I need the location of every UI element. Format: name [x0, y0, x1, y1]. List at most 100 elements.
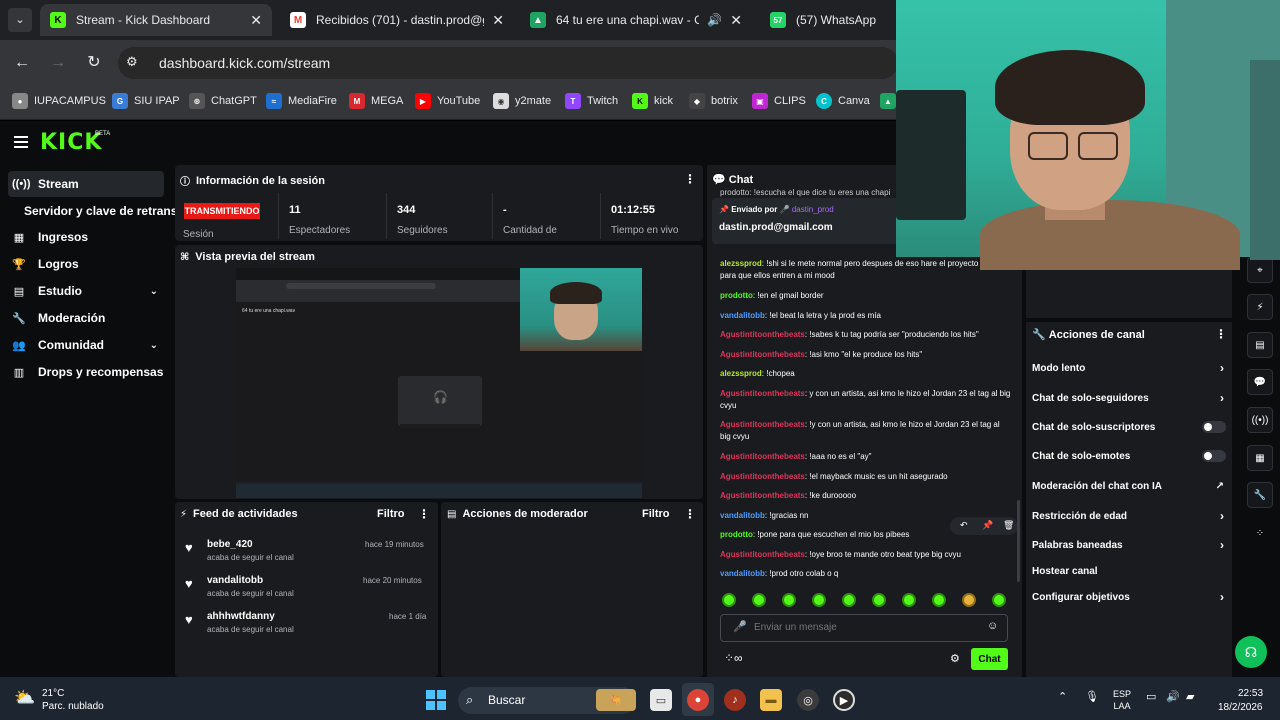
session-menu-icon[interactable]: ⋮ — [684, 172, 696, 186]
emote-icon[interactable] — [842, 593, 856, 607]
chat-username[interactable]: prodotto — [720, 291, 753, 300]
chat-message[interactable]: Agustintitoonthebeats: !el mayback music… — [720, 471, 1012, 483]
chat-scrollbar[interactable] — [1017, 500, 1020, 582]
activity-filter-button[interactable]: Filtro — [377, 508, 405, 520]
stream-preview-video[interactable]: 64 tu ere una chapi.wav 🎧 — [236, 268, 642, 498]
pin-icon[interactable]: 📌 — [982, 520, 993, 531]
chat-message[interactable]: prodotto: !en el gmail border — [720, 290, 1012, 302]
layout-icon[interactable]: ▦ — [1247, 445, 1273, 471]
broadcast-icon[interactable]: ((•)) — [1247, 407, 1273, 433]
chat-username[interactable]: prodotto — [720, 530, 753, 539]
activity-menu-icon[interactable]: ⋮ — [418, 507, 430, 521]
bookmark-botrix[interactable]: ◆ botrix — [689, 92, 738, 110]
chat-username[interactable]: alezssprod — [720, 259, 762, 268]
sidebar-item-server-key[interactable]: Servidor y clave de retransm — [20, 198, 188, 224]
chat-message[interactable]: Agustintitoonthebeats: !sabes k tu tag p… — [720, 329, 1012, 341]
chat-message[interactable]: alezssprod: !shi si le mete normal pero … — [720, 258, 1012, 282]
chat-username[interactable]: Agustintitoonthebeats — [720, 420, 805, 429]
sidebar-item-estudio[interactable]: ▤ Estudio ⌄ — [8, 278, 164, 304]
chat-username[interactable]: Agustintitoonthebeats — [720, 389, 805, 398]
menu-icon[interactable] — [14, 136, 28, 148]
subscribers-only-toggle[interactable] — [1202, 421, 1226, 433]
chat-username[interactable]: Agustintitoonthebeats — [720, 550, 805, 559]
network-icon[interactable]: ▭ — [1146, 690, 1156, 703]
tab-google-drive[interactable]: ▲ 64 tu ere una chapi.wav - Google 🔊 ✕ — [520, 4, 752, 36]
file-explorer-icon[interactable]: ▬ — [760, 689, 782, 711]
chat-message[interactable]: Agustintitoonthebeats: !aaa no es el "ay… — [720, 451, 1012, 463]
microphone-icon[interactable]: 🎤 — [733, 620, 747, 633]
capture-icon[interactable]: ⌖ — [1247, 257, 1273, 283]
kick-logo[interactable]: KICK — [40, 130, 102, 155]
emote-icon[interactable] — [722, 593, 736, 607]
chat-message[interactable]: Agustintitoonthebeats: !ke durooooo — [720, 490, 1012, 502]
sidebar-item-comunidad[interactable]: 👥 Comunidad ⌄ — [8, 332, 164, 358]
emote-icon[interactable] — [752, 593, 766, 607]
site-info-icon[interactable]: ⚙ — [126, 54, 138, 70]
chat-username[interactable]: vandalitobb — [720, 569, 765, 578]
chat-message[interactable]: Agustintitoonthebeats: !asi kmo "el ke p… — [720, 349, 1012, 361]
clock-date[interactable]: 18/2/2026 — [1218, 702, 1263, 713]
bookmark-y2mate[interactable]: ◉ y2mate — [493, 92, 551, 110]
age-restriction-item[interactable]: Restricción de edad › — [1032, 507, 1228, 525]
reload-icon[interactable]: ↻ — [84, 53, 104, 73]
microphone-tray-icon[interactable]: 🎙 — [1085, 690, 1099, 703]
chat-username[interactable]: Agustintitoonthebeats — [720, 330, 805, 339]
banned-words-item[interactable]: Palabras baneadas › — [1032, 536, 1228, 554]
channel-actions-menu-icon[interactable]: ⋮ — [1215, 327, 1227, 341]
close-tab-icon[interactable]: ✕ — [250, 12, 262, 29]
emote-icon[interactable] — [992, 593, 1006, 607]
back-icon[interactable]: ← — [12, 53, 32, 73]
sidebar-item-ingresos[interactable]: ▦ Ingresos — [8, 224, 164, 250]
bookmark-chatgpt[interactable]: ⊛ ChatGPT — [189, 92, 257, 110]
tab-kick-dashboard[interactable]: K Stream - Kick Dashboard ✕ — [40, 4, 272, 36]
set-goals-item[interactable]: Configurar objetivos › — [1032, 588, 1228, 606]
bookmark-canva[interactable]: C Canva — [816, 92, 870, 110]
chat-message-input[interactable] — [754, 622, 974, 633]
bookmark-kick[interactable]: Kkick — [632, 92, 673, 110]
sidebar-item-moderacion[interactable]: 🔧 Moderación — [8, 305, 164, 331]
weather-cloud-sun-icon[interactable]: ⛅ — [14, 688, 35, 708]
emote-icon[interactable] — [902, 593, 916, 607]
chat-username[interactable]: Agustintitoonthebeats — [720, 452, 805, 461]
bookmark-twitch[interactable]: T Twitch — [565, 92, 618, 110]
clock-time[interactable]: 22:53 — [1238, 688, 1263, 699]
battery-icon[interactable]: ▰ — [1186, 690, 1194, 703]
chat-points-icon[interactable]: ⁘∞ — [724, 651, 743, 665]
chat-message[interactable]: vandalitobb: !prod otro colab o q — [720, 568, 1012, 580]
emote-icon[interactable] — [782, 593, 796, 607]
forward-icon[interactable]: → — [48, 53, 68, 73]
language-indicator[interactable]: ESP LAA — [1113, 688, 1131, 712]
chat-username[interactable]: Agustintitoonthebeats — [720, 491, 805, 500]
clipboard-icon[interactable]: ▤ — [1247, 332, 1273, 358]
bolt-icon[interactable]: ⚡ — [1247, 294, 1273, 320]
chat-message[interactable]: Agustintitoonthebeats: !y con un artista… — [720, 419, 1012, 443]
tab-whatsapp[interactable]: 57 (57) WhatsApp — [760, 4, 896, 36]
weather-description[interactable]: Parc. nublado — [42, 701, 104, 712]
sidebar-item-logros[interactable]: 🏆 Logros — [8, 251, 164, 277]
media-player-icon[interactable]: ▶ — [833, 689, 855, 711]
bookmark-mediafire[interactable]: ≈ MediaFire — [266, 92, 337, 110]
moderator-filter-button[interactable]: Filtro — [642, 508, 670, 520]
chat-username[interactable]: alezssprod — [720, 369, 762, 378]
activity-user[interactable]: vandalitobb — [207, 575, 263, 586]
chat-icon[interactable]: 💬 — [1247, 369, 1273, 395]
windows-start-icon[interactable] — [426, 690, 446, 710]
help-support-icon[interactable]: ☊ — [1235, 636, 1267, 668]
activity-user[interactable]: ahhhwtfdanny — [207, 611, 275, 622]
close-tab-icon[interactable]: ✕ — [492, 12, 504, 29]
activity-user[interactable]: bebe_420 — [207, 539, 253, 550]
close-tab-icon[interactable]: ✕ — [730, 12, 742, 29]
task-view-icon[interactable]: ▭ — [650, 689, 672, 711]
followers-only-item[interactable]: Chat de solo-seguidores › — [1032, 389, 1228, 407]
chat-username[interactable]: vandalitobb — [720, 511, 765, 520]
chat-username[interactable]: vandalitobb — [720, 311, 765, 320]
ai-moderation-item[interactable]: Moderación del chat con IA ↗ — [1032, 477, 1228, 495]
bookmark-siu-ipap[interactable]: G SIU IPAP — [112, 92, 180, 110]
volume-icon[interactable]: 🔊 — [1166, 690, 1180, 703]
chat-username[interactable]: Agustintitoonthebeats — [720, 472, 805, 481]
taskbar-search-text[interactable]: Buscar — [488, 693, 525, 707]
bookmark-iupacampus[interactable]: ● IUPACAMPUS — [12, 92, 106, 110]
emote-icon[interactable] — [962, 593, 976, 607]
bookmark-youtube[interactable]: ▶ YouTube — [415, 92, 480, 110]
gear-icon[interactable]: ⚙ — [950, 652, 960, 665]
